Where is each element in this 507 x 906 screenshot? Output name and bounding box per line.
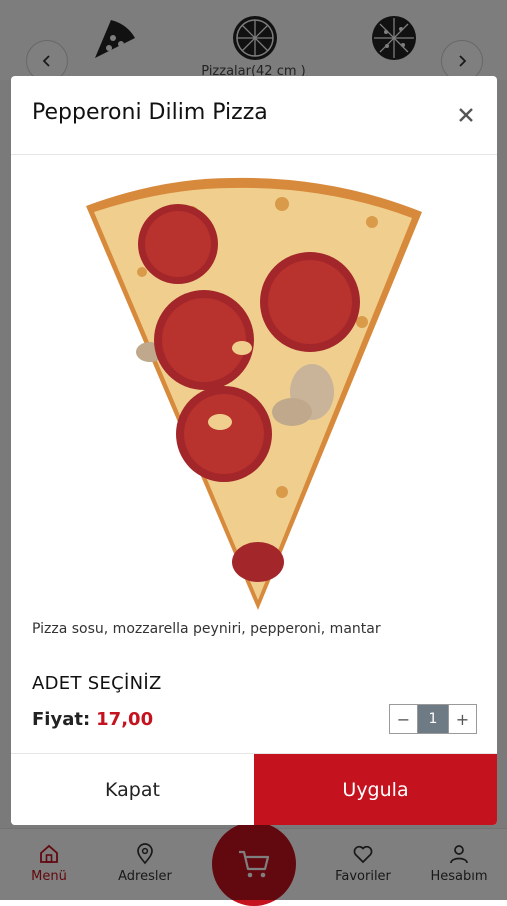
price-value: 17,00 — [96, 709, 154, 730]
pizza-slice-image — [86, 177, 422, 611]
modal-header: Pepperoni Dilim Pizza — [11, 76, 497, 155]
price-label: Fiyat: — [32, 709, 91, 730]
product-modal: Pepperoni Dilim Pizza Pizza sosu, mozzar… — [11, 76, 497, 825]
quantity-heading: ADET SEÇİNİZ — [32, 673, 162, 694]
quantity-increase-button[interactable]: + — [448, 705, 476, 733]
product-description: Pizza sosu, mozzarella peyniri, pepperon… — [32, 621, 381, 637]
close-icon — [459, 108, 473, 122]
apply-button[interactable]: Uygula — [254, 754, 497, 825]
quantity-stepper: − 1 + — [389, 704, 477, 734]
modal-title: Pepperoni Dilim Pizza — [32, 100, 268, 125]
quantity-decrease-button[interactable]: − — [390, 705, 418, 733]
price-row: Fiyat: 17,00 — [32, 709, 153, 730]
quantity-value[interactable]: 1 — [418, 705, 448, 733]
modal-close-button[interactable] — [453, 102, 479, 128]
close-button[interactable]: Kapat — [11, 754, 254, 825]
